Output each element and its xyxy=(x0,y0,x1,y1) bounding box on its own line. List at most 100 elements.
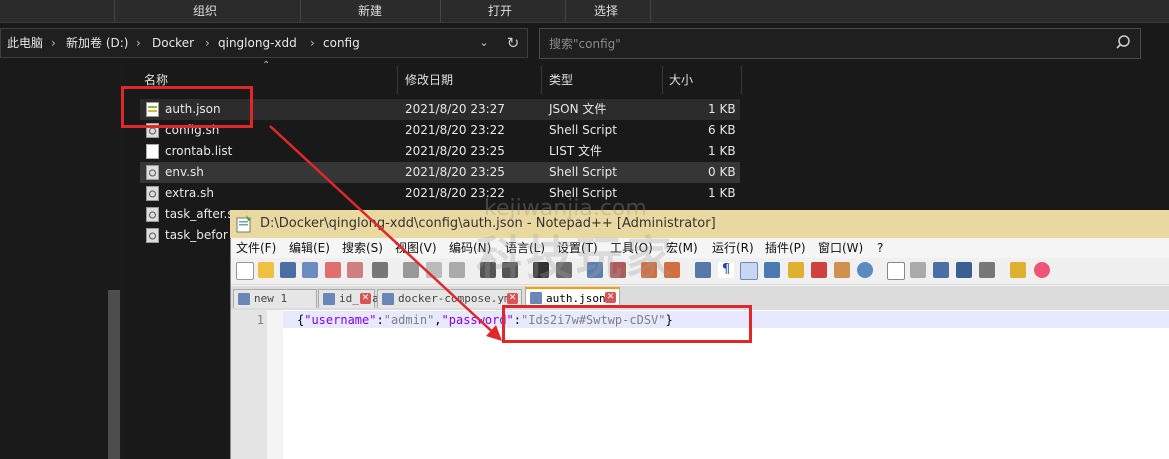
ribbon-divider xyxy=(114,0,115,22)
ribbon-divider xyxy=(300,0,301,22)
close-icon[interactable]: ✕ xyxy=(507,293,518,304)
disk-icon xyxy=(530,292,542,304)
ribbon-select[interactable]: 选择 xyxy=(565,0,647,22)
breadcrumb-separator: › xyxy=(310,36,315,50)
menu-run[interactable]: 运行(R) xyxy=(712,238,754,258)
watermark-text: 科技玩家 xyxy=(476,231,676,285)
menu-file[interactable]: 文件(F) xyxy=(236,238,276,258)
file-date: 2021/8/20 23:27 xyxy=(405,102,505,116)
breadcrumb-this-pc[interactable]: 此电脑 xyxy=(7,29,43,57)
file-row[interactable]: crontab.list 2021/8/20 23:25 LIST 文件 1 K… xyxy=(140,141,740,162)
navigation-scrollbar[interactable] xyxy=(108,290,120,459)
address-bar[interactable]: 此电脑 › 新加卷 (D:) › Docker › qinglong-xdd ›… xyxy=(0,28,528,58)
breadcrumb-separator: › xyxy=(51,36,56,50)
column-header-type[interactable]: 类型 xyxy=(549,66,659,94)
plugin-icon[interactable] xyxy=(1010,262,1026,278)
heart-icon[interactable] xyxy=(1034,262,1050,278)
show-all-chars-icon[interactable]: ¶ xyxy=(718,262,734,278)
column-divider[interactable] xyxy=(741,66,742,94)
save-icon[interactable] xyxy=(280,262,296,278)
notepad-app-icon xyxy=(236,215,251,233)
stop-macro-icon[interactable] xyxy=(910,262,926,278)
column-header-size[interactable]: 大小 xyxy=(669,66,739,94)
tab-label: new 1 xyxy=(254,292,288,305)
breadcrumb-docker[interactable]: Docker xyxy=(152,29,194,57)
refresh-icon[interactable]: ↻ xyxy=(500,28,526,58)
file-date: 2021/8/20 23:25 xyxy=(405,144,505,158)
fold-margin xyxy=(267,310,283,459)
monitoring-icon[interactable] xyxy=(857,262,873,278)
breadcrumb-drive[interactable]: 新加卷 (D:) xyxy=(66,29,128,57)
open-folder-icon[interactable] xyxy=(258,262,274,278)
tab-label: docker-compose.yml xyxy=(398,292,518,305)
chevron-down-icon[interactable]: ⌄ xyxy=(472,28,496,58)
ribbon-divider xyxy=(650,0,651,22)
breadcrumb-qinglong-xdd[interactable]: qinglong-xdd xyxy=(218,29,297,57)
menu-plugins[interactable]: 插件(P) xyxy=(765,238,806,258)
shell-script-icon xyxy=(146,228,159,243)
explorer-ribbon: 组织 新建 打开 选择 xyxy=(0,0,1169,23)
tab-new-1[interactable]: new 1 xyxy=(233,289,317,308)
cut-icon[interactable] xyxy=(403,262,419,278)
shell-script-icon xyxy=(146,186,159,201)
file-size: 0 KB xyxy=(708,165,736,179)
json-value: "admin" xyxy=(383,313,435,327)
column-header-date[interactable]: 修改日期 xyxy=(405,66,535,94)
new-file-icon[interactable] xyxy=(236,262,254,280)
file-row[interactable]: extra.sh 2021/8/20 23:22 Shell Script 1 … xyxy=(140,183,740,204)
column-divider[interactable] xyxy=(397,66,398,94)
file-name: task_befor xyxy=(165,228,228,242)
word-wrap-icon[interactable] xyxy=(695,262,711,278)
disk-icon xyxy=(323,293,335,305)
file-row[interactable]: env.sh 2021/8/20 23:25 Shell Script 0 KB xyxy=(140,162,740,183)
file-name: extra.sh xyxy=(165,186,214,200)
close-all-icon[interactable] xyxy=(347,262,363,278)
menu-window[interactable]: 窗口(W) xyxy=(818,238,863,258)
json-colon: : xyxy=(376,313,384,327)
json-comma: , xyxy=(434,313,442,327)
menu-help[interactable]: ? xyxy=(877,238,883,258)
tab-label: id_rsa xyxy=(339,292,379,305)
menu-search[interactable]: 搜索(S) xyxy=(342,238,383,258)
breadcrumb-separator: › xyxy=(136,36,141,50)
record-macro-icon[interactable] xyxy=(887,262,905,280)
function-list-icon[interactable] xyxy=(811,262,827,278)
ribbon-open[interactable]: 打开 xyxy=(440,0,560,22)
indent-guide-icon[interactable] xyxy=(740,262,758,280)
file-size: 1 KB xyxy=(708,102,736,116)
file-name: task_after.s xyxy=(165,207,234,221)
tab-docker-compose[interactable]: docker-compose.yml ✕ xyxy=(377,289,522,308)
line-number-gutter xyxy=(231,310,267,459)
file-name: crontab.list xyxy=(165,144,233,158)
language-icon[interactable] xyxy=(764,262,780,278)
doc-map-icon[interactable] xyxy=(788,262,804,278)
close-file-icon[interactable] xyxy=(325,262,341,278)
search-input[interactable] xyxy=(539,28,1141,59)
tab-id-rsa[interactable]: id_rsa ✕ xyxy=(318,289,379,308)
disk-icon xyxy=(238,293,250,305)
close-icon[interactable]: ✕ xyxy=(605,292,616,303)
folder-workspace-icon[interactable] xyxy=(834,262,850,278)
breadcrumb-config[interactable]: config xyxy=(323,29,360,57)
ribbon-organize[interactable]: 组织 xyxy=(110,0,300,22)
menu-view[interactable]: 视图(V) xyxy=(395,238,437,258)
column-divider[interactable] xyxy=(662,66,663,94)
file-name: env.sh xyxy=(165,165,204,179)
menu-edit[interactable]: 编辑(E) xyxy=(289,238,330,258)
file-type: Shell Script xyxy=(549,165,617,179)
close-icon[interactable]: ✕ xyxy=(360,293,371,304)
print-icon[interactable] xyxy=(372,262,388,278)
save-all-icon[interactable] xyxy=(302,262,318,278)
paste-icon[interactable] xyxy=(449,262,465,278)
search-placeholder: 搜索"config" xyxy=(549,37,621,51)
run-macro-multiple-icon[interactable] xyxy=(956,262,972,278)
column-divider[interactable] xyxy=(541,66,542,94)
ribbon-new[interactable]: 新建 xyxy=(300,0,440,22)
save-macro-icon[interactable] xyxy=(979,262,995,278)
file-date: 2021/8/20 23:22 xyxy=(405,123,505,137)
copy-icon[interactable] xyxy=(426,262,442,278)
search-icon[interactable] xyxy=(1114,32,1136,54)
disk-icon xyxy=(382,293,394,305)
file-type: Shell Script xyxy=(549,123,617,137)
play-macro-icon[interactable] xyxy=(933,262,949,278)
